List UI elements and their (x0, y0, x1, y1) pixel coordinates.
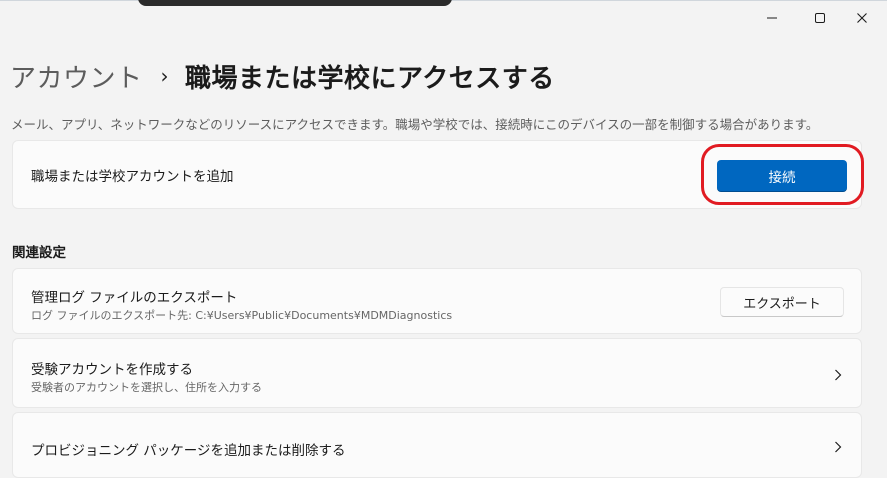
exam-account-card[interactable]: 受験アカウントを作成する 受験者のアカウントを選択し、住所を入力する (12, 338, 862, 408)
snap-layout-bar[interactable] (138, 0, 452, 6)
exam-account-title: 受験アカウントを作成する (31, 362, 193, 378)
maximize-icon (815, 13, 825, 23)
breadcrumb-separator: › (160, 64, 170, 88)
breadcrumb: アカウント › 職場または学校にアクセスする (10, 56, 555, 96)
page-title: 職場または学校にアクセスする (185, 63, 555, 94)
maximize-button[interactable] (810, 8, 830, 28)
export-button[interactable]: エクスポート (720, 287, 844, 317)
minimize-button[interactable] (762, 8, 782, 28)
add-work-account-label: 職場または学校アカウントを追加 (31, 169, 234, 185)
close-button[interactable] (852, 8, 872, 28)
highlight-annotation (701, 144, 864, 205)
export-logs-path: ログ ファイルのエクスポート先: C:¥Users¥Public¥Documen… (31, 309, 453, 322)
minimize-icon (767, 17, 777, 19)
close-icon (857, 13, 867, 23)
exam-account-subtitle: 受験者のアカウントを選択し、住所を入力する (31, 381, 262, 394)
related-settings-heading: 関連設定 (12, 245, 66, 261)
chevron-right-icon (831, 440, 845, 454)
export-logs-title: 管理ログ ファイルのエクスポート (31, 290, 238, 306)
page-description: メール、アプリ、ネットワークなどのリソースにアクセスできます。職場や学校では、接… (11, 117, 819, 132)
chevron-right-icon (831, 368, 845, 382)
breadcrumb-accounts-link[interactable]: アカウント (10, 58, 143, 95)
provisioning-package-title: プロビジョニング パッケージを追加または削除する (31, 443, 346, 459)
provisioning-package-card[interactable]: プロビジョニング パッケージを追加または削除する (12, 412, 862, 478)
